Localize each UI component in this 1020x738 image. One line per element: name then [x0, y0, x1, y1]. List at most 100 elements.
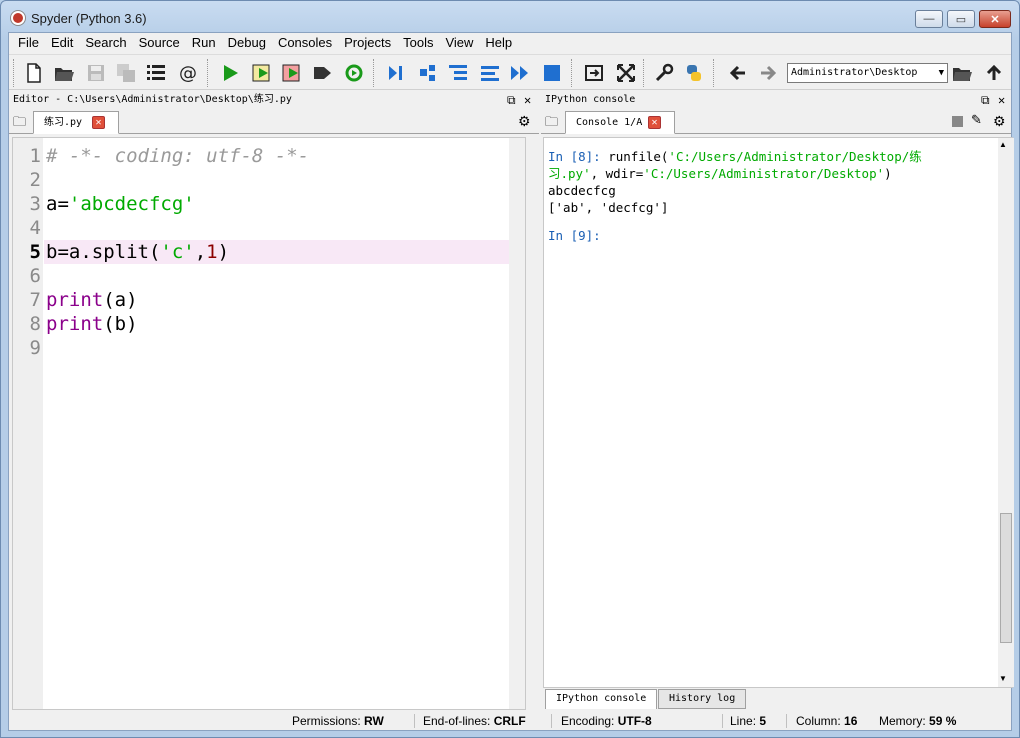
- scroll-up-icon[interactable]: ▲: [999, 140, 1007, 149]
- python-path-icon[interactable]: [681, 60, 707, 86]
- console-tab-bar: 🗀 Console 1/A ✕ ✎ ⚙: [541, 110, 1011, 134]
- menu-source[interactable]: Source: [133, 33, 186, 53]
- editor-pane-title-text: Editor - C:\Users\Administrator\Desktop\…: [13, 94, 292, 105]
- stop-kernel-icon[interactable]: [952, 116, 963, 127]
- browse-tabs-icon[interactable]: 🗀: [545, 113, 558, 135]
- close-button[interactable]: ✕: [979, 10, 1011, 28]
- title-bar: Spyder (Python 3.6) — ▭ ✕: [1, 1, 1019, 33]
- editor-scrollbar[interactable]: [509, 138, 525, 709]
- status-column: Column: 16: [796, 714, 858, 728]
- save-all-icon[interactable]: [113, 60, 139, 86]
- at-sign-icon[interactable]: @: [175, 60, 201, 86]
- console-scroll-thumb[interactable]: [1000, 513, 1012, 643]
- options-gear-icon[interactable]: ⚙: [518, 113, 531, 130]
- fullscreen-icon[interactable]: [613, 60, 639, 86]
- line-number: 9: [29, 337, 41, 359]
- close-tab-icon[interactable]: ✕: [92, 116, 105, 129]
- editor-tab-bar: 🗀 练习.py ✕ ⚙: [9, 110, 539, 134]
- maximize-button[interactable]: ▭: [947, 10, 975, 28]
- maximize-pane-icon[interactable]: [581, 60, 607, 86]
- rerun-icon[interactable]: [341, 60, 367, 86]
- menu-run[interactable]: Run: [186, 33, 222, 53]
- close-pane-icon[interactable]: ✕: [998, 91, 1005, 109]
- file-list-icon[interactable]: [143, 60, 169, 86]
- menu-consoles[interactable]: Consoles: [272, 33, 338, 53]
- console-tab[interactable]: Console 1/A ✕: [565, 111, 675, 134]
- code-line-5: b=a.split('c',1): [46, 241, 230, 263]
- status-permissions: Permissions: RW: [292, 714, 384, 728]
- menu-help[interactable]: Help: [479, 33, 518, 53]
- parent-directory-icon[interactable]: [981, 60, 1007, 86]
- line-number: 1: [29, 145, 41, 167]
- status-bar: Permissions: RW End-of-lines: CRLF Encod…: [9, 711, 1011, 731]
- working-directory-value: Administrator\Desktop: [791, 67, 918, 78]
- console-line: 习.py', wdir='C:/Users/Administrator/Desk…: [548, 166, 892, 181]
- undock-icon[interactable]: ⧉: [981, 91, 990, 109]
- menu-view[interactable]: View: [439, 33, 479, 53]
- menu-projects[interactable]: Projects: [338, 33, 397, 53]
- code-line-7: print(a): [46, 289, 138, 311]
- close-pane-icon[interactable]: ✕: [524, 91, 531, 109]
- console-scrollbar[interactable]: ▲ ▼: [998, 138, 1014, 687]
- minimize-button[interactable]: —: [915, 10, 943, 28]
- run-cell-icon[interactable]: [249, 60, 275, 86]
- console-bottom-tabs: IPython console History log: [543, 689, 1013, 711]
- scroll-down-icon[interactable]: ▼: [999, 674, 1007, 683]
- new-file-icon[interactable]: [21, 60, 47, 86]
- open-file-icon[interactable]: [51, 60, 77, 86]
- close-tab-icon[interactable]: ✕: [648, 116, 661, 129]
- menu-edit[interactable]: Edit: [45, 33, 79, 53]
- step-into-icon[interactable]: [445, 60, 471, 86]
- editor-tab[interactable]: 练习.py ✕: [33, 111, 119, 134]
- run-selection-icon[interactable]: [309, 60, 335, 86]
- line-number: 5: [29, 241, 41, 263]
- console-output-line: abcdecfcg: [548, 183, 616, 198]
- browse-directory-icon[interactable]: [949, 60, 975, 86]
- run-file-icon[interactable]: [217, 60, 243, 86]
- line-number: 7: [29, 289, 41, 311]
- status-encoding: Encoding: UTF-8: [561, 714, 652, 728]
- console-pane-title-text: IPython console: [545, 94, 636, 105]
- editor-tab-label: 练习.py: [44, 117, 83, 128]
- ipython-console[interactable]: In [8]: runfile('C:/Users/Administrator/…: [543, 137, 1014, 688]
- tab-history-log[interactable]: History log: [658, 689, 747, 709]
- main-toolbar: @ Administrator\Desktop ▼: [9, 54, 1011, 90]
- preferences-wrench-icon[interactable]: [651, 60, 677, 86]
- working-directory-combo[interactable]: Administrator\Desktop ▼: [787, 63, 948, 83]
- menu-file[interactable]: File: [12, 33, 45, 53]
- browse-tabs-icon[interactable]: 🗀: [13, 113, 26, 135]
- console-output-line: ['ab', 'decfcg']: [548, 200, 669, 215]
- menu-debug[interactable]: Debug: [222, 33, 272, 53]
- main-client-area: File Edit Search Source Run Debug Consol…: [8, 32, 1014, 731]
- forward-arrow-icon[interactable]: [755, 60, 781, 86]
- line-number: 3: [29, 193, 41, 215]
- code-line-1: # -*- coding: utf-8 -*-: [46, 145, 310, 167]
- tab-ipython-console[interactable]: IPython console: [545, 689, 658, 709]
- code-editor[interactable]: 123456789 # -*- coding: utf-8 -*- a='abc…: [12, 137, 526, 710]
- spyder-window: Spyder (Python 3.6) — ▭ ✕ File Edit Sear…: [0, 0, 1020, 738]
- menu-search[interactable]: Search: [79, 33, 132, 53]
- console-tab-label: Console 1/A: [576, 117, 643, 128]
- options-gear-icon[interactable]: ⚙: [993, 113, 1006, 130]
- line-number: 8: [29, 313, 41, 335]
- step-icon[interactable]: [415, 60, 441, 86]
- code-line-3: a='abcdecfcg': [46, 193, 195, 215]
- console-pane-title: IPython console ⧉ ✕: [541, 91, 1011, 109]
- editor-pane-title: Editor - C:\Users\Administrator\Desktop\…: [9, 91, 539, 109]
- spyder-logo-icon: [11, 11, 25, 25]
- eraser-icon[interactable]: ✎: [971, 112, 982, 128]
- step-return-icon[interactable]: [477, 60, 503, 86]
- back-arrow-icon[interactable]: [725, 60, 751, 86]
- stop-debug-icon[interactable]: [539, 60, 565, 86]
- window-title: Spyder (Python 3.6): [31, 11, 147, 26]
- save-file-icon[interactable]: [83, 60, 109, 86]
- status-line: Line: 5: [730, 714, 767, 728]
- code-line-8: print(b): [46, 313, 138, 335]
- undock-icon[interactable]: ⧉: [507, 91, 516, 109]
- debug-icon[interactable]: [383, 60, 409, 86]
- console-prompt: In [9]:: [548, 228, 601, 243]
- run-cell-advance-icon[interactable]: [279, 60, 305, 86]
- continue-icon[interactable]: [507, 60, 533, 86]
- menu-tools[interactable]: Tools: [397, 33, 439, 53]
- status-memory: Memory: 59 %: [879, 714, 957, 728]
